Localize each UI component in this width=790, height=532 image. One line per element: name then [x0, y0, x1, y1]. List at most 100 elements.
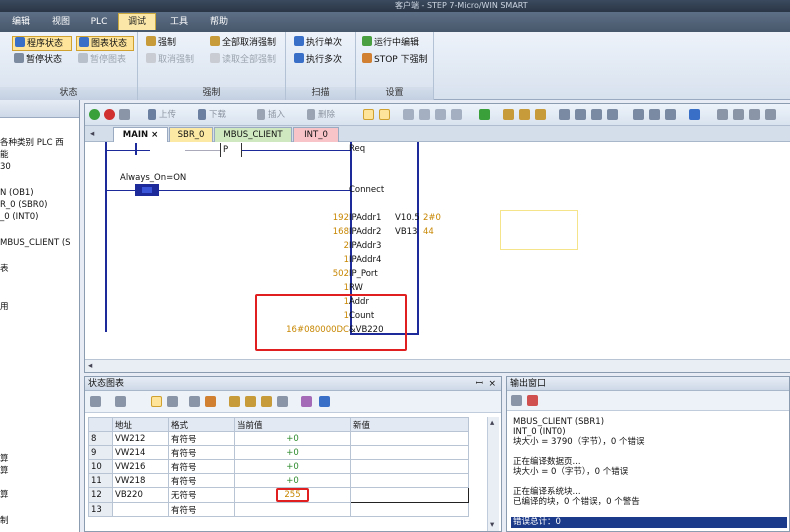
address-cell[interactable]: VW218 — [112, 473, 169, 488]
tree-item-ob1[interactable]: N (OB1) — [0, 188, 34, 199]
tree-item[interactable]: 能 — [0, 150, 9, 161]
write-icon[interactable] — [189, 396, 200, 407]
tool-icon[interactable] — [435, 109, 446, 120]
force-icon[interactable] — [245, 396, 256, 407]
table-row[interactable]: 11 VW218 有符号 +0 — [88, 473, 469, 488]
tab-scroll-left-icon[interactable]: ◂ — [90, 129, 94, 139]
tree-item[interactable]: 各种类别 PLC 西 — [0, 138, 64, 149]
insert-button-label[interactable]: 插入 — [268, 110, 285, 120]
unforce-all-button[interactable]: 全部取消强制 — [208, 36, 276, 51]
clear-icon[interactable] — [511, 395, 522, 406]
tree-item-sbr0[interactable]: R_0 (SBR0) — [0, 200, 47, 211]
run-icon[interactable] — [89, 109, 100, 120]
new-value-cell[interactable] — [350, 502, 469, 517]
force-icon[interactable] — [261, 396, 272, 407]
pause-chart-button[interactable]: 暂停图表 — [76, 53, 134, 68]
tool-icon[interactable] — [749, 109, 760, 120]
table-row[interactable]: 13 有符号 — [88, 502, 469, 517]
monitor-icon[interactable] — [363, 109, 374, 120]
comment-box[interactable] — [500, 210, 578, 250]
menu-tools[interactable]: 工具 — [162, 14, 196, 31]
scroll-up-icon[interactable]: ▴ — [490, 418, 494, 428]
force-icon[interactable] — [519, 109, 530, 120]
address-cell[interactable] — [112, 502, 169, 517]
menu-view[interactable]: 视图 — [44, 14, 78, 31]
read-all-forced-button[interactable]: 读取全部强制 — [208, 53, 276, 68]
multi-scan-button[interactable]: 执行多次 — [292, 53, 342, 68]
status-chart-scrollbar[interactable]: ▴ ▾ — [487, 417, 499, 531]
force-button[interactable]: 强制 — [144, 36, 176, 51]
address-cell[interactable]: VW212 — [112, 431, 169, 446]
close-icon[interactable]: × — [151, 130, 158, 140]
contact-icon[interactable] — [607, 109, 618, 120]
stop-force-button[interactable]: STOP 下强制 — [360, 53, 428, 68]
chart-status-button[interactable]: 图表状态 — [76, 36, 134, 51]
add-icon[interactable] — [90, 396, 101, 407]
tab-sbr0[interactable]: SBR_0 — [169, 127, 213, 142]
comment-icon[interactable] — [689, 109, 700, 120]
tree-item-int0[interactable]: _0 (INT0) — [0, 212, 38, 223]
insert-icon[interactable] — [257, 109, 265, 120]
pencil-icon[interactable] — [205, 396, 216, 407]
coil-icon[interactable] — [649, 109, 660, 120]
tool-icon[interactable] — [451, 109, 462, 120]
pin-icon[interactable]: ꟷ — [476, 377, 483, 391]
program-status-button[interactable]: 程序状态 — [12, 36, 72, 51]
tool-icon[interactable] — [419, 109, 430, 120]
contact-icon[interactable] — [559, 109, 570, 120]
contact-icon[interactable] — [575, 109, 586, 120]
tree-item[interactable]: 制 — [0, 516, 9, 527]
tree-item[interactable]: 算 — [0, 466, 9, 477]
address-cell[interactable]: VB220 — [112, 487, 169, 503]
delete-icon[interactable] — [307, 109, 315, 120]
scroll-down-icon[interactable]: ▾ — [490, 520, 494, 530]
monitor-chart-icon[interactable] — [379, 109, 390, 120]
delete-button-label[interactable]: 删除 — [318, 110, 335, 120]
single-scan-button[interactable]: 执行单次 — [292, 36, 342, 51]
new-value-cell[interactable] — [350, 473, 469, 488]
stop-icon[interactable] — [104, 109, 115, 120]
contact-icon[interactable] — [591, 109, 602, 120]
format-cell[interactable]: 有符号 — [168, 445, 235, 460]
table-row[interactable]: 8 VW212 有符号 +0 — [88, 431, 469, 446]
upload-button-label[interactable]: 上传 — [159, 110, 176, 120]
chart-status-toggle-icon[interactable] — [151, 396, 162, 407]
table-row[interactable]: 12 VB220 无符号 255 — [88, 487, 469, 503]
format-cell[interactable]: 有符号 — [168, 473, 235, 488]
force-icon[interactable] — [229, 396, 240, 407]
ladder-canvas[interactable]: P Always_On=ON Req Connect IPAddr1 IPAdd… — [85, 142, 790, 360]
menu-debug[interactable]: 调试 — [118, 13, 156, 30]
new-value-cell[interactable] — [350, 487, 469, 503]
scroll-left-icon[interactable]: ◂ — [88, 361, 92, 371]
download-button-label[interactable]: 下载 — [209, 110, 226, 120]
tree-item[interactable]: 算 — [0, 490, 9, 501]
menu-help[interactable]: 帮助 — [202, 14, 236, 31]
pause-icon[interactable] — [167, 396, 178, 407]
compile-icon[interactable] — [119, 109, 130, 120]
delete-icon[interactable] — [527, 395, 538, 406]
options-icon[interactable] — [319, 396, 330, 407]
download-icon[interactable] — [198, 109, 206, 120]
tool-icon[interactable] — [717, 109, 728, 120]
upload-icon[interactable] — [148, 109, 156, 120]
coil-icon[interactable] — [633, 109, 644, 120]
tree-item[interactable]: 用 — [0, 302, 9, 313]
tab-int0[interactable]: INT_0 — [293, 127, 339, 142]
pause-status-button[interactable]: 暂停状态 — [12, 53, 72, 68]
read-icon[interactable] — [277, 396, 288, 407]
box-icon[interactable] — [665, 109, 676, 120]
unforce-button[interactable]: 取消强制 — [144, 53, 194, 68]
format-cell[interactable]: 有符号 — [168, 502, 235, 517]
tree-item[interactable]: 算 — [0, 454, 9, 465]
format-cell[interactable]: 有符号 — [168, 459, 235, 474]
tab-mbus-client[interactable]: MBUS_CLIENT — [214, 127, 292, 142]
tab-main[interactable]: MAIN × — [113, 127, 168, 142]
new-value-cell[interactable] — [350, 445, 469, 460]
format-cell[interactable]: 有符号 — [168, 431, 235, 446]
always-on-contact[interactable] — [135, 184, 159, 196]
insert-icon[interactable] — [115, 396, 126, 407]
force-icon[interactable] — [503, 109, 514, 120]
force-icon[interactable] — [535, 109, 546, 120]
format-cell[interactable]: 无符号 — [168, 487, 235, 503]
menu-edit[interactable]: 编辑 — [4, 14, 38, 31]
